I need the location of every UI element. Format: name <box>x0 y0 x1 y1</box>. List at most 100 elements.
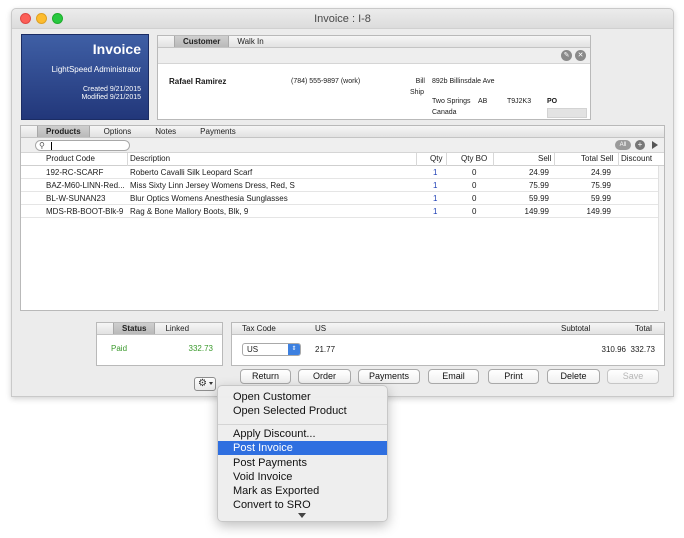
tab-payments[interactable]: Payments <box>184 126 244 137</box>
tab-products[interactable]: Products <box>37 126 90 137</box>
tab-notes[interactable]: Notes <box>139 126 184 137</box>
play-icon[interactable] <box>652 141 658 149</box>
cell-total: 59.99 <box>590 194 611 203</box>
cell-qty: 1 <box>433 194 438 203</box>
cell-code: MDS-RB-BOOT-Blk-9 <box>46 207 124 216</box>
table-header: Product Code Description Qty Qty BO Sell… <box>21 153 664 166</box>
col-discount[interactable]: Discount <box>621 154 652 163</box>
subtotal-header: Subtotal <box>561 324 591 333</box>
menu-item-mark-as-exported[interactable]: Mark as Exported <box>218 484 387 498</box>
badge-user: LightSpeed Administrator <box>51 65 141 74</box>
col-qty[interactable]: Qty <box>430 154 442 163</box>
print-button[interactable]: Print <box>488 369 539 384</box>
tab-customer[interactable]: Customer <box>174 36 230 47</box>
table-row[interactable]: 192-RC-SCARF Roberto Cavalli Silk Leopar… <box>21 166 664 179</box>
col-qty-bo[interactable]: Qty BO <box>461 154 487 163</box>
search-icon: ⚲ <box>39 141 45 150</box>
email-button[interactable]: Email <box>428 369 479 384</box>
chevron-updown-icon: ⇕ <box>288 344 300 355</box>
cell-qty: 1 <box>433 207 438 216</box>
ship-label: Ship <box>410 89 425 96</box>
cell-sell: 149.99 <box>524 207 549 216</box>
tax-amount: 21.77 <box>315 345 336 354</box>
tab-walk-in[interactable]: Walk In <box>229 36 271 47</box>
menu-item-post-invoice[interactable]: Post Invoice <box>218 441 387 455</box>
cell-qty-bo: 0 <box>472 194 477 203</box>
menu-item-open-customer[interactable]: Open Customer <box>218 390 387 404</box>
cell-qty-bo: 0 <box>472 181 477 190</box>
invoice-window: Invoice : I-8 Invoice LightSpeed Adminis… <box>11 8 674 397</box>
payments-button[interactable]: Payments <box>358 369 420 384</box>
menu-item-post-payments[interactable]: Post Payments <box>218 456 387 470</box>
invoice-badge: Invoice LightSpeed Administrator Created… <box>21 34 149 120</box>
status-tabbar: Status Linked <box>97 323 222 335</box>
add-icon[interactable]: + <box>635 140 645 150</box>
all-filter-button[interactable]: All <box>615 140 631 150</box>
menu-item-void-invoice[interactable]: Void Invoice <box>218 470 387 484</box>
customer-phone: (784) 555-9897 (work) <box>291 78 361 85</box>
actions-menu: Open Customer Open Selected Product Appl… <box>217 385 388 522</box>
table-row[interactable]: MDS-RB-BOOT-Blk-9 Rag & Bone Mallory Boo… <box>21 205 664 218</box>
title-bar: Invoice : I-8 <box>12 9 673 29</box>
table-scrollbar[interactable] <box>658 166 664 311</box>
table-row[interactable]: BAZ-M60-LINN-Red... Miss Sixty Linn Jers… <box>21 179 664 192</box>
cell-code: BL-W-SUNAN23 <box>46 194 106 203</box>
tab-status[interactable]: Status <box>113 323 156 334</box>
menu-separator <box>218 424 387 425</box>
delete-button[interactable]: Delete <box>547 369 600 384</box>
scroll-down-icon[interactable] <box>298 513 306 518</box>
order-button[interactable]: Order <box>298 369 351 384</box>
menu-item-open-selected-product[interactable]: Open Selected Product <box>218 404 387 418</box>
menu-item-convert-to-sro[interactable]: Convert to SRO <box>218 498 387 512</box>
table-row[interactable]: BL-W-SUNAN23 Blur Optics Womens Anesthes… <box>21 192 664 205</box>
customer-tabbar: Customer Walk In <box>158 36 590 48</box>
total-header: Total <box>635 324 652 333</box>
paid-label: Paid <box>111 344 128 353</box>
customer-name: Rafael Ramirez <box>169 77 227 86</box>
po-field[interactable] <box>547 108 587 118</box>
cell-description: Rag & Bone Mallory Boots, Blk, 9 <box>130 207 249 216</box>
gear-icon: ⚙ <box>198 378 207 389</box>
cell-description: Miss Sixty Linn Jersey Womens Dress, Red… <box>130 181 295 190</box>
products-toolbar: ⚲ All + <box>21 138 664 153</box>
tab-linked[interactable]: Linked <box>155 323 197 334</box>
save-button[interactable]: Save <box>607 369 659 384</box>
chevron-down-icon <box>209 382 213 385</box>
edit-icon[interactable]: ✎ <box>561 50 572 61</box>
cell-code: 192-RC-SCARF <box>46 168 104 177</box>
cell-qty-bo: 0 <box>472 207 477 216</box>
cell-description: Blur Optics Womens Anesthesia Sunglasses <box>130 194 288 203</box>
window-title: Invoice : I-8 <box>314 13 371 25</box>
actions-menu-button[interactable]: ⚙ <box>194 377 216 391</box>
cell-qty: 1 <box>433 168 438 177</box>
status-panel: Status Linked Paid 332.73 <box>96 322 223 366</box>
products-tabbar: Products Options Notes Payments <box>21 126 664 138</box>
col-total-sell[interactable]: Total Sell <box>581 154 613 163</box>
tax-panel: Tax Code US Subtotal Total US ⇕ 21.77 31… <box>231 322 665 366</box>
cell-total: 75.99 <box>590 181 611 190</box>
tax-code-value: US <box>247 345 259 354</box>
badge-created: Created 9/21/2015 <box>83 86 141 93</box>
cell-sell: 75.99 <box>528 181 549 190</box>
col-product-code[interactable]: Product Code <box>46 154 95 163</box>
customer-zip: T9J2K3 <box>507 98 532 105</box>
menu-item-apply-discount[interactable]: Apply Discount... <box>218 427 387 441</box>
cell-qty-bo: 0 <box>472 168 477 177</box>
badge-modified: Modified 9/21/2015 <box>81 94 141 101</box>
search-input[interactable]: ⚲ <box>35 140 130 151</box>
customer-address: 892b Billinsdale Ave <box>432 78 495 85</box>
tab-options[interactable]: Options <box>90 126 140 137</box>
col-sell[interactable]: Sell <box>538 154 551 163</box>
cell-description: Roberto Cavalli Silk Leopard Scarf <box>130 168 253 177</box>
tax-code-select[interactable]: US ⇕ <box>242 343 301 356</box>
customer-country: Canada <box>432 109 457 116</box>
close-icon[interactable]: ✕ <box>575 50 586 61</box>
customer-state: AB <box>478 98 488 105</box>
products-panel: Products Options Notes Payments ⚲ All + … <box>20 125 665 311</box>
tax-code-header: Tax Code <box>242 324 276 333</box>
tax-header: Tax Code US Subtotal Total <box>232 323 664 335</box>
customer-city: Two Springs <box>432 98 471 105</box>
total-amount: 332.73 <box>630 345 655 354</box>
col-description[interactable]: Description <box>130 154 170 163</box>
return-button[interactable]: Return <box>240 369 291 384</box>
